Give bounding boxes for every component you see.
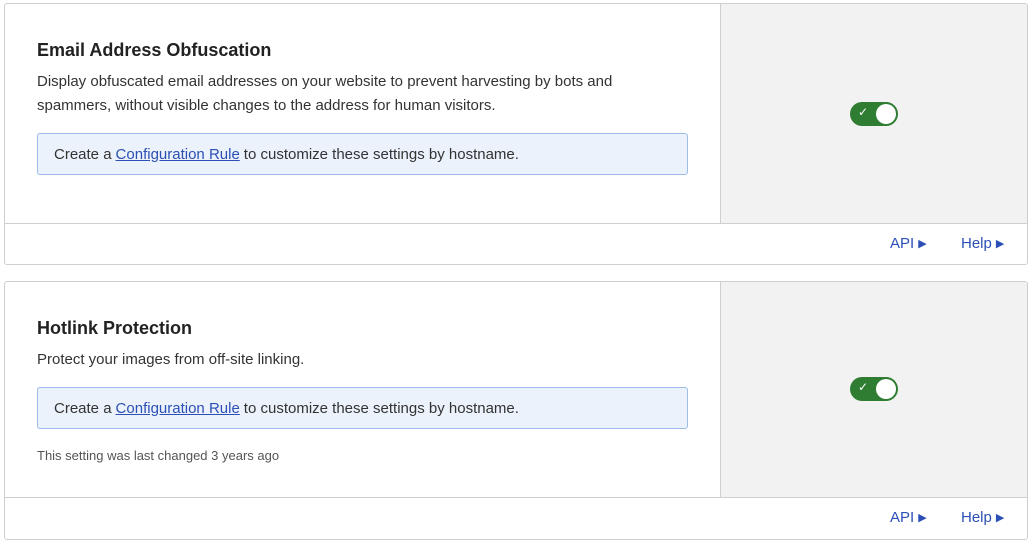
- help-link[interactable]: Help ▶: [961, 509, 1004, 526]
- api-link[interactable]: API ▶: [890, 235, 927, 252]
- api-link[interactable]: API ▶: [890, 509, 927, 526]
- help-link-label: Help: [961, 235, 992, 252]
- api-link-label: API: [890, 235, 915, 252]
- card-footer: API ▶ Help ▶: [5, 498, 1027, 538]
- check-icon: ✓: [858, 380, 869, 394]
- caret-right-icon: ▶: [918, 237, 927, 250]
- notice-prefix: Create a: [54, 399, 112, 417]
- card-footer: API ▶ Help ▶: [5, 224, 1027, 264]
- card-content: Hotlink Protection Protect your images f…: [5, 282, 721, 497]
- caret-right-icon: ▶: [918, 511, 927, 524]
- caret-right-icon: ▶: [995, 511, 1005, 524]
- last-changed-text: This setting was last changed 3 years ag…: [37, 448, 280, 463]
- check-icon: ✓: [858, 105, 869, 119]
- notice-suffix: to customize these settings by hostname.: [243, 399, 519, 417]
- card-description: Display obfuscated email addresses on yo…: [37, 73, 613, 114]
- hotlink-protection-card: Hotlink Protection Protect your images f…: [4, 281, 1028, 540]
- card-body: Email Address Obfuscation Display obfusc…: [5, 4, 1027, 224]
- card-description: Protect your images from off-site linkin…: [37, 351, 305, 368]
- card-control-panel: ✓: [721, 282, 1027, 497]
- configuration-rule-link[interactable]: Configuration Rule: [116, 400, 240, 417]
- hotlink-protection-toggle[interactable]: ✓: [850, 377, 898, 401]
- card-content: Email Address Obfuscation Display obfusc…: [5, 4, 721, 223]
- notice-suffix: to customize these settings by hostname.: [243, 145, 519, 163]
- notice-prefix: Create a: [54, 145, 112, 163]
- card-body: Hotlink Protection Protect your images f…: [5, 282, 1027, 498]
- configuration-rule-notice: Create a Configuration Rule to customize…: [37, 387, 688, 429]
- help-link[interactable]: Help ▶: [961, 235, 1004, 252]
- email-obfuscation-card: Email Address Obfuscation Display obfusc…: [4, 3, 1028, 265]
- configuration-rule-link[interactable]: Configuration Rule: [116, 146, 240, 163]
- caret-right-icon: ▶: [995, 237, 1005, 250]
- toggle-knob: [876, 379, 896, 399]
- email-obfuscation-toggle[interactable]: ✓: [850, 102, 898, 126]
- api-link-label: API: [890, 509, 915, 526]
- toggle-knob: [876, 104, 896, 124]
- configuration-rule-notice: Create a Configuration Rule to customize…: [37, 133, 688, 175]
- card-control-panel: ✓: [721, 4, 1027, 223]
- card-title: Email Address Obfuscation: [37, 40, 272, 60]
- help-link-label: Help: [961, 509, 992, 526]
- card-title: Hotlink Protection: [37, 318, 193, 338]
